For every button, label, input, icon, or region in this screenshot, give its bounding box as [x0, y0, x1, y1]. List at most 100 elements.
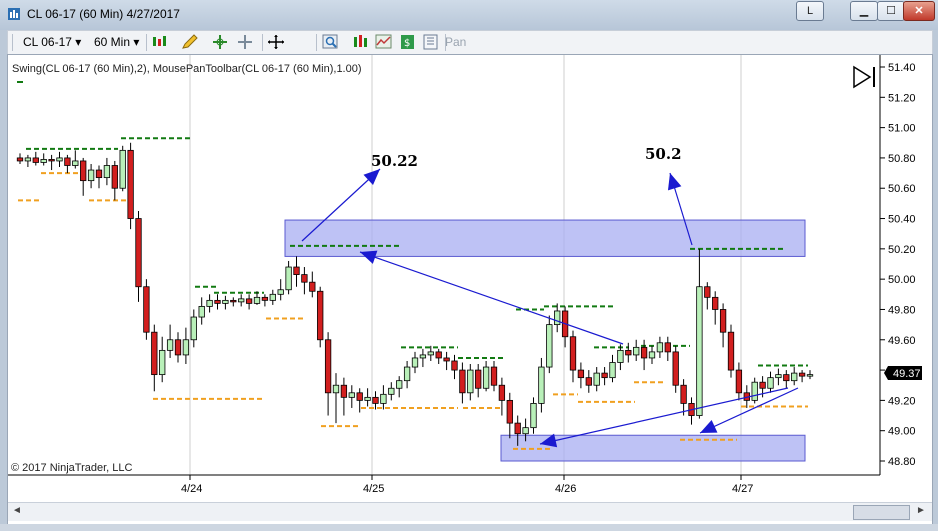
candle-body [238, 298, 245, 303]
candle-body [490, 366, 498, 386]
y-tick-label: 50.40 [888, 214, 916, 226]
instrument-selector[interactable]: CL 06-17 ▾ [23, 35, 81, 49]
data-box-icon[interactable] [352, 34, 370, 50]
candle-body [727, 331, 735, 371]
maximize-icon[interactable]: ☐ [877, 1, 905, 21]
candle-body [411, 357, 419, 368]
candle-body [601, 372, 608, 379]
price-chart[interactable]: 51.40 51.20 51.00 50.80 50.60 50.40 50.20 50.00… [8, 55, 932, 525]
pan-button[interactable]: Pan [445, 35, 466, 49]
candle-body [40, 159, 47, 163]
candle-body [435, 351, 442, 359]
candle-body [767, 377, 774, 389]
pencil-icon[interactable] [181, 34, 199, 50]
zoom-icon[interactable] [322, 34, 340, 50]
y-tick-label: 49.80 [888, 304, 916, 316]
close-icon[interactable]: ✕ [903, 1, 935, 21]
candle-body [206, 299, 213, 307]
candle-body [759, 381, 766, 389]
scroll-left-arrow[interactable]: ◄ [10, 505, 24, 518]
y-tick-label: 50.00 [888, 274, 916, 286]
horizontal-scrollbar[interactable]: ◄ ► [8, 502, 932, 521]
scroll-end-icon[interactable] [853, 65, 875, 89]
y-tick-label: 48.80 [888, 456, 916, 468]
candle-body [143, 286, 150, 333]
global-crosshair-icon[interactable] [236, 34, 254, 50]
candle-body [64, 157, 71, 166]
period-label: 60 Min [94, 35, 131, 49]
candle-body [538, 366, 545, 404]
candle-body [72, 160, 79, 166]
candle-body [577, 369, 585, 379]
candle-body [253, 296, 261, 304]
candle-body [388, 387, 395, 395]
title-bar: CL 06-17 (60 Min) 4/27/2017 L ▁ ☐ ✕ [0, 0, 938, 30]
layout-button[interactable]: L [796, 1, 824, 21]
x-tick-label: 4/24 [181, 483, 202, 495]
candle-body [585, 377, 592, 386]
chart-panel[interactable]: 51.40 51.20 51.00 50.80 50.60 50.40 50.20 50.00… [7, 54, 933, 526]
candle-body [198, 306, 205, 318]
scroll-right-arrow[interactable]: ► [914, 505, 928, 518]
minimize-icon[interactable]: ▁ [850, 1, 878, 21]
candle-body [174, 339, 182, 356]
candle-body [506, 399, 513, 424]
candle-body [159, 349, 166, 376]
properties-icon[interactable] [422, 34, 440, 50]
candle-body [719, 309, 727, 333]
candle-body [419, 354, 427, 359]
candle-body [277, 289, 284, 295]
candle-body [340, 384, 348, 398]
candle-body [554, 310, 561, 326]
candle-body [111, 165, 118, 189]
candle-body [791, 372, 798, 382]
candle-body [293, 266, 300, 276]
svg-text:$: $ [404, 38, 410, 49]
candle-body [119, 149, 126, 189]
y-tick-label: 51.00 [888, 123, 916, 135]
candle-body [522, 427, 529, 435]
candle-body [443, 357, 450, 362]
app-icon [8, 8, 20, 20]
arrow-to-left-zone-head [360, 250, 378, 264]
scroll-thumb[interactable] [853, 505, 910, 520]
candle-body [546, 324, 553, 368]
candle-body [324, 339, 332, 394]
resistance-zone [284, 219, 806, 257]
candle-body [301, 274, 308, 283]
chart-toolbar: CL 06-17 ▾ 60 Min ▾ $ Pan [7, 30, 933, 55]
strategies-icon[interactable]: $ [399, 34, 417, 50]
candle-body [625, 349, 632, 356]
candle-body [459, 369, 466, 394]
toolbar-grip [12, 34, 13, 51]
candle-body [166, 339, 174, 351]
candle-body [80, 160, 87, 182]
candle-body [640, 346, 648, 359]
svg-text:49.37: 49.37 [893, 368, 921, 380]
move-icon[interactable] [267, 34, 285, 50]
candle-body [451, 360, 458, 371]
candle-body [656, 342, 664, 353]
candle-body [48, 159, 55, 162]
chart-style-icon[interactable] [151, 34, 169, 50]
candle-body [664, 342, 671, 353]
candle-body [24, 157, 32, 162]
annotation-right: 50.2 [645, 145, 682, 163]
candle-body [230, 299, 237, 303]
toolbar-separator [262, 34, 263, 51]
candle-body [364, 396, 371, 401]
status-bar [0, 524, 938, 531]
period-selector[interactable]: 60 Min ▾ [94, 35, 139, 49]
candle-body [617, 349, 624, 363]
candle-body [190, 316, 197, 341]
candle-body [135, 218, 142, 288]
chevron-down-icon: ▾ [75, 35, 82, 49]
candle-body [783, 374, 790, 382]
toolbar-separator [316, 34, 317, 51]
indicators-icon[interactable] [375, 34, 393, 50]
candle-body [775, 374, 782, 379]
last-price-marker: 49.37 [884, 366, 922, 380]
candle-body [712, 296, 719, 310]
crosshair-icon[interactable] [211, 34, 229, 50]
candle-body [222, 299, 229, 304]
